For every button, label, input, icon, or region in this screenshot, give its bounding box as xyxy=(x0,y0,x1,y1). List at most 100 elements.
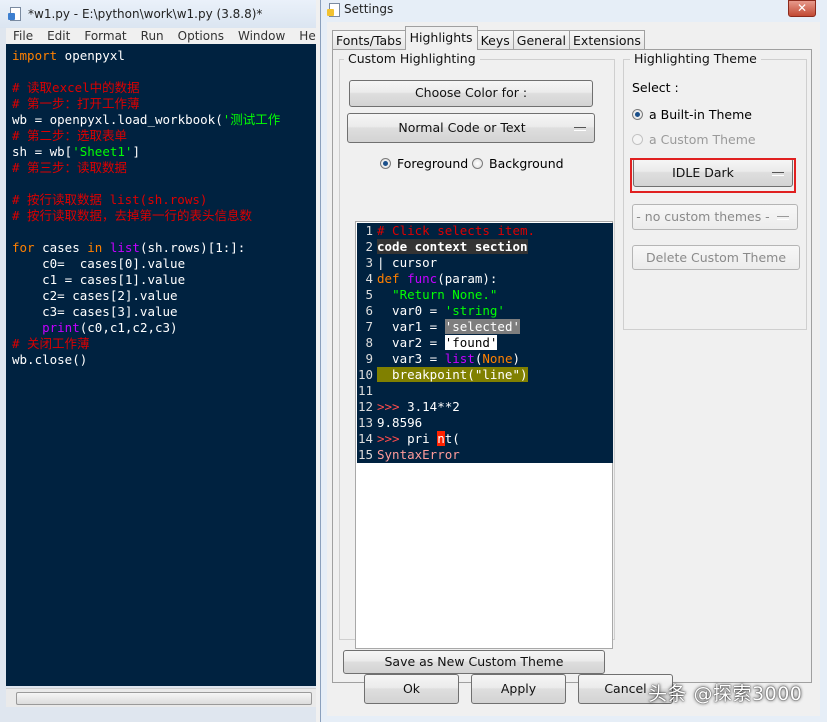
sample-token[interactable]: 9.8596 xyxy=(377,415,422,430)
menu-window[interactable]: Window xyxy=(231,29,292,43)
code-line[interactable]: # 读取excel中的数据 xyxy=(6,80,316,96)
builtin-theme-radio[interactable]: a Built-in Theme xyxy=(632,107,752,122)
editor-titlebar[interactable]: *w1.py - E:\python\work\w1.py (3.8.8)* xyxy=(0,0,316,28)
background-radio[interactable]: Background xyxy=(472,156,564,171)
menu-format[interactable]: Format xyxy=(77,29,133,43)
custom-theme-dropdown[interactable]: - no custom themes - xyxy=(632,204,798,230)
code-editor-text-area[interactable]: import openpyxl # 读取excel中的数据 # 第一步：打开工作薄 w… xyxy=(6,44,316,686)
menu-options[interactable]: Options xyxy=(171,29,231,43)
sample-line[interactable]: 2 code context section xyxy=(357,239,613,255)
code-line[interactable]: # 关闭工作薄 xyxy=(6,336,316,352)
tab-fonts-tabs[interactable]: Fonts/Tabs xyxy=(332,30,406,50)
sample-token[interactable]: # Click selects item. xyxy=(377,223,535,238)
sample-token[interactable]: (param): xyxy=(437,271,497,286)
sample-token[interactable] xyxy=(400,271,408,286)
code-line[interactable]: # 按行读取数据 list(sh.rows) xyxy=(6,192,316,208)
code-token: for xyxy=(12,240,35,255)
sample-token[interactable]: SyntaxError xyxy=(377,447,460,462)
code-line[interactable]: # 第一步：打开工作薄 xyxy=(6,96,316,112)
sample-token[interactable] xyxy=(377,287,392,302)
code-line[interactable]: # 第二步：选取表单 xyxy=(6,128,316,144)
sample-line[interactable]: 1 # Click selects item. xyxy=(357,223,613,239)
sample-token[interactable]: var1 = xyxy=(377,319,445,334)
sample-token[interactable]: t( xyxy=(445,431,460,446)
sample-line[interactable]: 14 >>> pri nt( xyxy=(357,431,613,447)
code-line[interactable]: print(c0,c1,c2,c3) xyxy=(6,320,316,336)
menu-run[interactable]: Run xyxy=(134,29,171,43)
sample-token[interactable]: func xyxy=(407,271,437,286)
sample-token[interactable]: 'selected' xyxy=(444,319,520,334)
sample-token[interactable]: var2 = xyxy=(377,335,445,350)
sample-line[interactable]: 10 breakpoint("line") xyxy=(357,367,613,383)
code-line[interactable]: # 第三步：读取数据 xyxy=(6,160,316,176)
tab-highlights[interactable]: Highlights xyxy=(404,26,478,50)
code-line[interactable] xyxy=(6,176,316,192)
code-line[interactable]: sh = wb['Sheet1'] xyxy=(6,144,316,160)
code-line[interactable]: wb.close() xyxy=(6,352,316,368)
sample-token[interactable]: 'string' xyxy=(445,303,505,318)
code-token: # 按行读取数据，去掉第一行的表头信息数 xyxy=(12,208,253,223)
close-button[interactable]: ✕ xyxy=(788,0,816,17)
sample-token[interactable]: 'found' xyxy=(444,335,498,350)
apply-button[interactable]: Apply xyxy=(471,674,566,704)
sample-line[interactable]: 15 SyntaxError xyxy=(357,447,613,463)
sample-token[interactable]: pri xyxy=(400,431,438,446)
scrollbar-thumb[interactable] xyxy=(16,692,312,705)
code-line[interactable]: # 按行读取数据，去掉第一行的表头信息数 xyxy=(6,208,316,224)
sample-token[interactable]: ) xyxy=(512,351,520,366)
sample-token[interactable]: breakpoint("line") xyxy=(377,367,528,382)
sample-line[interactable]: 9 var3 = list(None) xyxy=(357,351,613,367)
custom-theme-radio[interactable]: a Custom Theme xyxy=(632,132,756,147)
sample-token[interactable]: list xyxy=(445,351,475,366)
sample-token[interactable]: n xyxy=(437,431,445,446)
code-line[interactable]: for cases in list(sh.rows)[1:]: xyxy=(6,240,316,256)
menu-file[interactable]: File xyxy=(6,29,40,43)
save-new-theme-button[interactable]: Save as New Custom Theme xyxy=(343,650,605,674)
sample-token[interactable]: 3.14**2 xyxy=(400,399,460,414)
settings-titlebar[interactable]: Settings xyxy=(321,0,827,18)
sample-line[interactable]: 8 var2 = 'found' xyxy=(357,335,613,351)
tab-keys[interactable]: Keys xyxy=(476,30,514,50)
editor-horizontal-scrollbar[interactable] xyxy=(6,688,316,707)
code-line[interactable]: c0= cases[0].value xyxy=(6,256,316,272)
sample-token[interactable]: None xyxy=(482,351,512,366)
ok-button[interactable]: Ok xyxy=(364,674,459,704)
code-line[interactable]: c2= cases[2].value xyxy=(6,288,316,304)
sample-token[interactable]: >>> xyxy=(377,399,400,414)
tab-extensions[interactable]: Extensions xyxy=(569,30,645,50)
sample-line[interactable]: 11 xyxy=(357,383,613,399)
sample-line[interactable]: 12 >>> 3.14**2 xyxy=(357,399,613,415)
sample-line[interactable]: 13 9.8596 xyxy=(357,415,613,431)
menu-edit[interactable]: Edit xyxy=(40,29,77,43)
sample-token[interactable]: | cursor xyxy=(377,255,437,270)
sample-token[interactable]: code context section xyxy=(377,239,528,254)
code-line[interactable]: c1 = cases[1].value xyxy=(6,272,316,288)
sample-line[interactable]: 5 "Return None." xyxy=(357,287,613,303)
sample-line-text: 9.8596 xyxy=(377,415,422,431)
code-line[interactable] xyxy=(6,64,316,80)
sample-token[interactable]: var0 = xyxy=(377,303,445,318)
tab-general[interactable]: General xyxy=(512,30,571,50)
highlight-element-dropdown[interactable]: Normal Code or Text xyxy=(347,113,595,143)
foreground-radio[interactable]: Foreground xyxy=(380,156,468,171)
code-line[interactable] xyxy=(6,224,316,240)
sample-line[interactable]: 6 var0 = 'string' xyxy=(357,303,613,319)
sample-token[interactable]: var3 = xyxy=(377,351,445,366)
code-line[interactable]: wb = openpyxl.load_workbook('测试工作 xyxy=(6,112,316,128)
code-token: # 第三步：读取数据 xyxy=(12,160,128,175)
code-line[interactable]: c3= cases[3].value xyxy=(6,304,316,320)
sample-line-number: 2 xyxy=(365,239,373,254)
delete-custom-theme-button[interactable]: Delete Custom Theme xyxy=(632,245,800,270)
menu-help[interactable]: Hel xyxy=(292,29,316,43)
code-line[interactable]: import openpyxl xyxy=(6,48,316,64)
sample-line-text: "Return None." xyxy=(377,287,497,303)
highlight-sample-preview[interactable]: 1 # Click selects item. 2 code context sect… xyxy=(355,221,613,649)
sample-line[interactable]: 3 | cursor xyxy=(357,255,613,271)
sample-token[interactable]: "Return None." xyxy=(392,287,497,302)
sample-token[interactable]: >>> xyxy=(377,431,400,446)
choose-color-button[interactable]: Choose Color for : xyxy=(349,80,593,107)
sample-line[interactable]: 7 var1 = 'selected' xyxy=(357,319,613,335)
sample-token[interactable]: def xyxy=(377,271,400,286)
sample-line[interactable]: 4 def func(param): xyxy=(357,271,613,287)
sample-code-area[interactable]: 1 # Click selects item. 2 code context sect… xyxy=(357,223,613,463)
